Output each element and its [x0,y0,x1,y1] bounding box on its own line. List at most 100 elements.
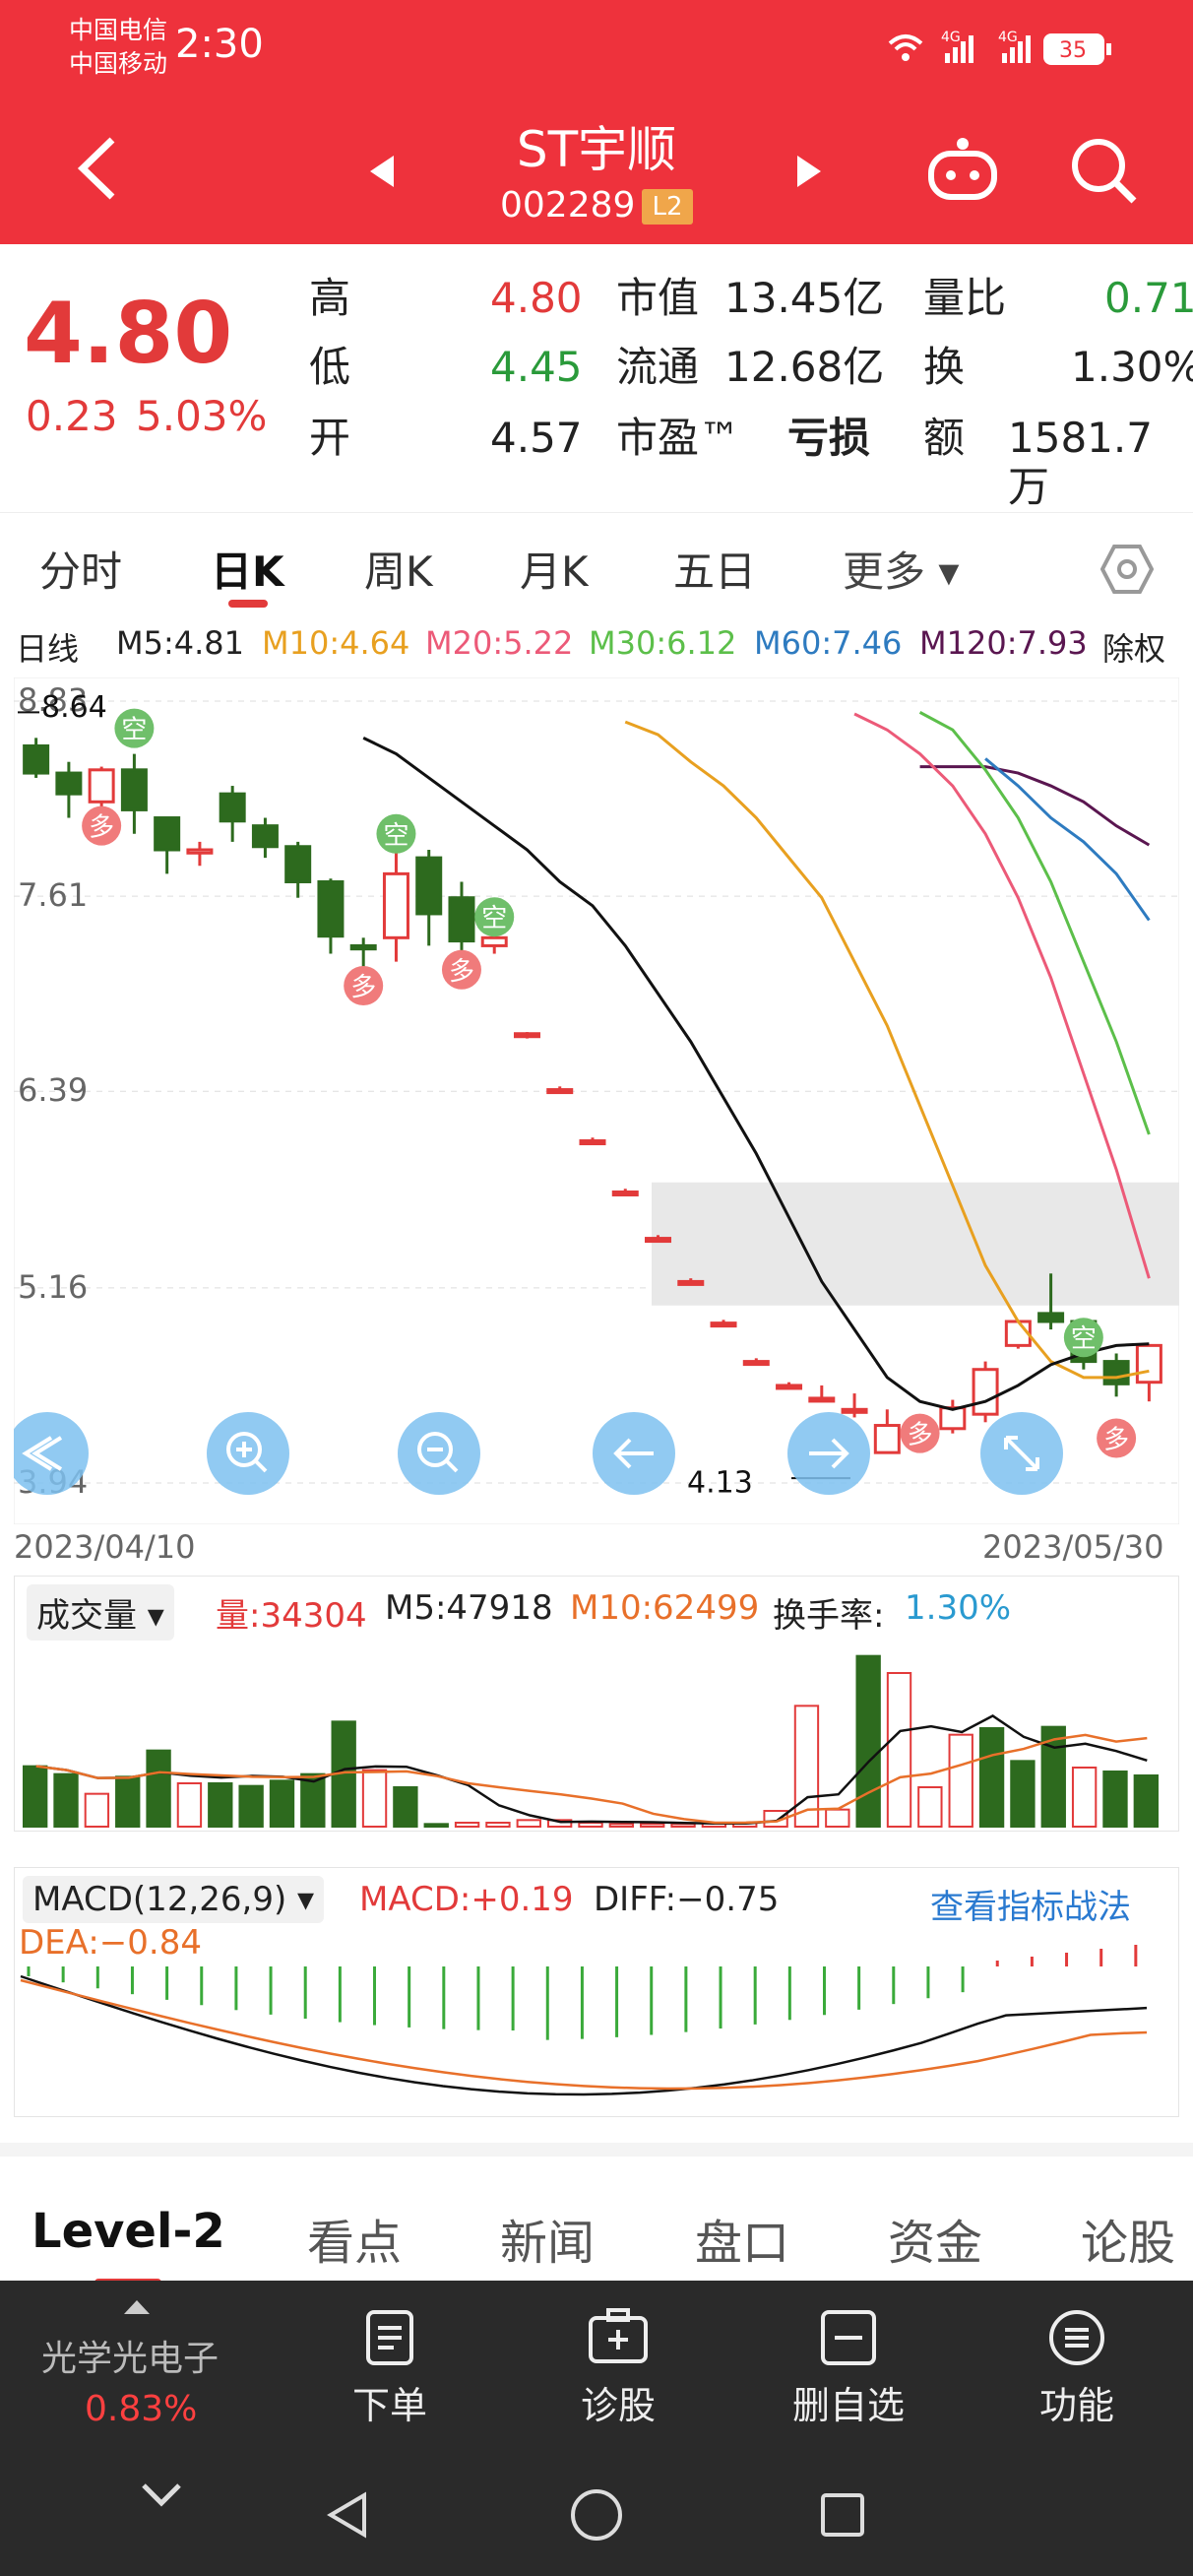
quote-panel: 4.80 0.23 5.03% 高 4.80 低 4.45 开 4.57 市值 … [0,244,1193,511]
ma30-label: M30:6.12 [589,624,737,662]
next-stock-icon[interactable] [793,152,827,191]
vol-ma10-label: M10:62499 [570,1588,760,1628]
info-tabs: Level-2 看点 新闻 盘口 资金 论股 [0,2143,1193,2287]
volume-bar [53,1772,79,1829]
svg-text:4G: 4G [941,30,961,45]
turnover-rate-label: 换手率: [773,1596,885,1636]
diagnose-button[interactable]: 诊股 [539,2281,697,2429]
low-value: 4.45 [490,343,583,391]
candle-body [448,896,475,943]
volume-bar [825,1808,850,1829]
kline-chart[interactable]: 8.837.616.395.163.94多空空多多空多空多8.644.13 [14,677,1179,1524]
ma10-label: M10:4.64 [262,624,410,662]
tab-viewpoints[interactable]: 看点 [307,2204,402,2273]
carrier-1: 中国电信 [69,16,168,44]
amount-value: 1581.7万 [1008,414,1153,511]
candle-body [1135,1343,1162,1385]
nav-collapse-icon[interactable] [140,2479,183,2509]
candle-body [88,768,115,804]
volume-bar [115,1775,141,1828]
buy-signal-text: 多 [89,813,114,843]
tab-intraday[interactable]: 分时 [39,539,122,599]
macd-chart [20,1945,1148,2096]
pe-value: 亏损 [787,414,871,462]
sell-signal-text: 空 [481,904,507,934]
candle-body [120,768,148,811]
remove-icon [821,2310,876,2365]
tab-level2[interactable]: Level-2 [31,2204,225,2259]
adjust-toggle[interactable]: 除权 [1102,624,1165,670]
volume-bar [855,1654,881,1828]
order-label: 下单 [351,2384,427,2427]
end-date: 2023/05/30 [982,1528,1164,1566]
volume-bar [516,1819,541,1828]
indicator-select-macd[interactable]: MACD(12,26,9) ▾ [23,1876,325,1923]
indicator-select-volume[interactable]: 成交量 ▾ [27,1584,174,1641]
candle-body [677,1279,705,1286]
tab-weekly-k[interactable]: 周K [364,539,433,599]
start-date: 2023/04/10 [14,1528,196,1566]
volume-bar [238,1784,264,1829]
candle-body [841,1407,868,1414]
order-button[interactable]: 下单 [311,2281,469,2429]
candle-body [808,1396,836,1403]
volume-bar [84,1792,110,1829]
remove-watchlist-button[interactable]: 删自选 [770,2281,927,2429]
candle-body [480,935,508,947]
volume-bar [176,1782,203,1828]
level2-badge: L2 [642,189,693,225]
price-change-pct: 5.03% [136,392,268,440]
candle-body [742,1360,770,1367]
buy-signal-text: 多 [449,957,474,987]
volume-bar [578,1822,603,1828]
ratio-label: 量比 [923,274,1007,322]
ma5-label: M5:4.81 [116,624,244,662]
volume-bar [948,1733,973,1828]
y-tick-label: 5.16 [18,1268,88,1306]
high-label: 高 [309,274,351,322]
search-icon[interactable] [1069,136,1140,207]
volume-bar [23,1765,48,1829]
candle-body [382,871,409,939]
diff-value: DIFF:−0.75 [594,1880,780,1919]
tab-news[interactable]: 新闻 [500,2204,595,2273]
nav-back-icon[interactable] [325,2491,372,2539]
candle-body [776,1384,803,1390]
zoom-in-button [207,1412,289,1495]
expand-up-icon[interactable] [122,2296,152,2316]
active-tab-indicator [228,600,268,608]
y-tick-label: 6.39 [18,1071,88,1109]
tab-daily-k[interactable]: 日K [211,539,284,599]
sector-name[interactable]: 光学光电子 [41,2330,219,2381]
price-gap-shade [652,1182,1179,1306]
macd-value: MACD:+0.19 [359,1880,574,1919]
tab-monthly-k[interactable]: 月K [520,539,589,599]
indicator-strategy-link[interactable]: 查看指标战法 [930,1880,1131,1928]
candle-body [710,1321,737,1328]
float-value: 12.68亿 [724,343,885,391]
settings-hexagon-icon[interactable] [1100,543,1154,596]
robot-assistant-icon[interactable] [923,136,1002,205]
tab-order-book[interactable]: 盘口 [695,2204,789,2273]
volume-bar [393,1786,418,1828]
last-price: 4.80 [24,285,233,383]
nav-home-icon[interactable] [569,2487,624,2543]
volume-bar [917,1786,943,1828]
tab-more[interactable]: 更多 ▾ [843,539,959,599]
volume-bar [608,1823,635,1828]
y-tick-label: 7.61 [18,876,88,914]
nav-recents-icon[interactable] [819,2491,866,2539]
tab-forum[interactable]: 论股 [1081,2204,1175,2273]
sell-signal-text: 空 [121,716,147,745]
dea-line [20,1978,1148,2091]
turnover-label: 换 [923,343,966,391]
candle-body [873,1424,901,1454]
app-header: 中国电信 中国移动 2:30 4G 4G 35 ST宇顺 002289 L2 [0,0,1193,244]
order-icon [366,2310,413,2365]
tab-five-day[interactable]: 五日 [673,539,756,599]
candle-body [546,1088,574,1095]
volume-bar [1133,1774,1160,1828]
candle-body [1037,1312,1065,1323]
tab-funds[interactable]: 资金 [888,2204,982,2273]
function-button[interactable]: 功能 [998,2281,1156,2429]
